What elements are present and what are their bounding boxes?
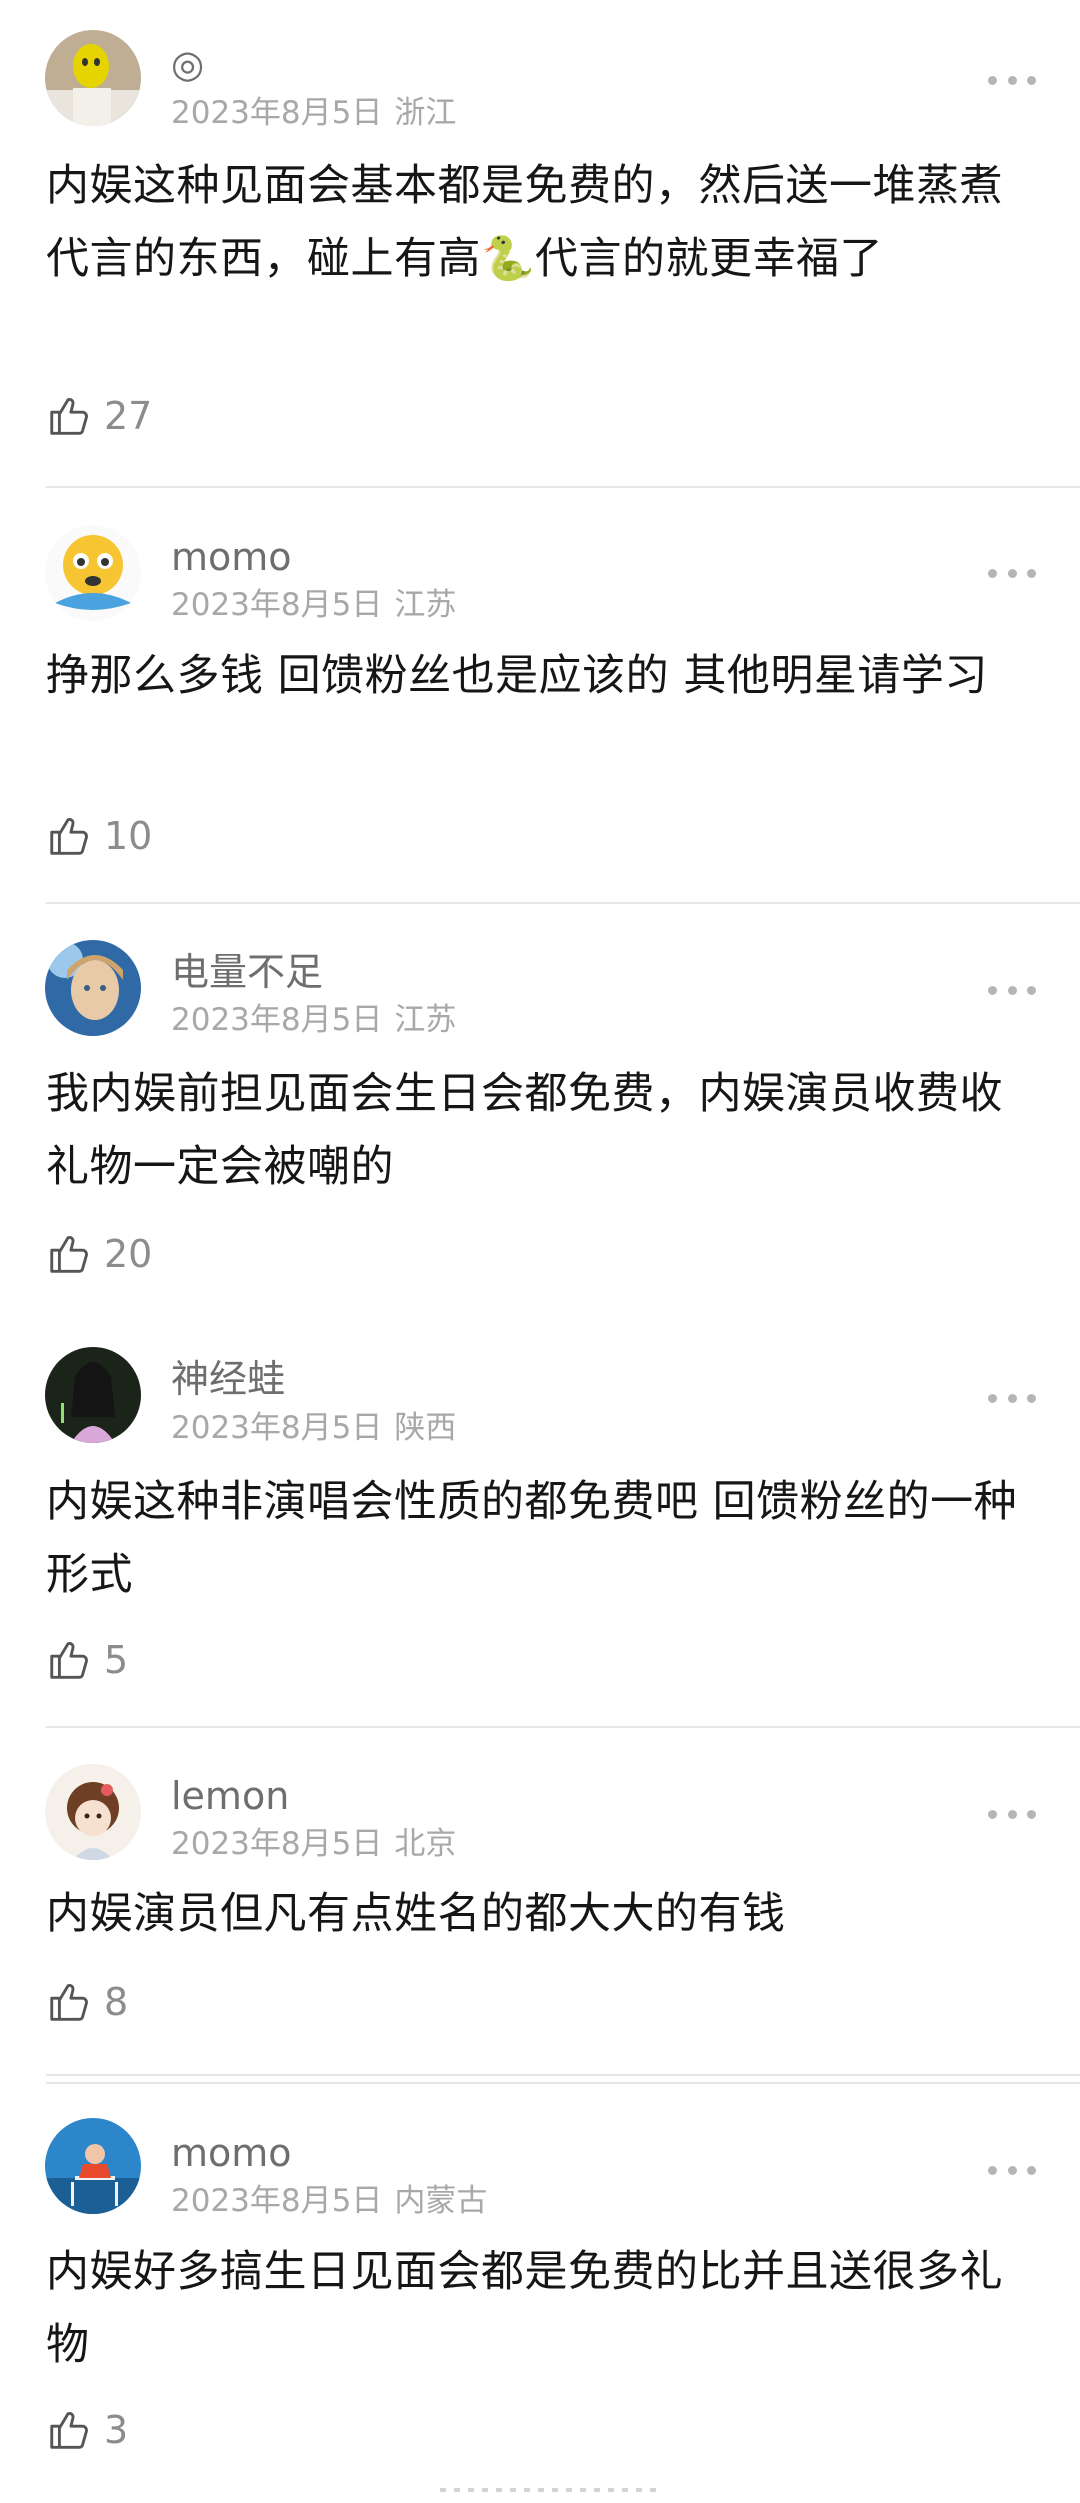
like-count: 3	[104, 2408, 129, 2452]
comment-text: 我内娱前担见面会生日会都免费，内娱演员收费收礼物一定会被嘲的	[46, 1069, 1003, 1192]
comment-meta: 2023年8月5日 江苏	[171, 590, 456, 621]
thumbs-up-icon	[50, 1236, 88, 1273]
comment-location: 江苏	[394, 587, 457, 623]
username[interactable]: lemon	[171, 1777, 289, 1815]
thumbs-up-icon	[50, 1984, 88, 2021]
comment-meta: 2023年8月5日 内蒙古	[171, 2186, 487, 2217]
username[interactable]: momo	[171, 2134, 292, 2172]
comment-date: 2023年8月5日	[171, 2183, 383, 2219]
comment-location: 内蒙古	[394, 2183, 488, 2219]
thumbs-up-icon	[50, 2412, 88, 2449]
comment-location: 北京	[394, 1826, 457, 1862]
like-button[interactable]: 8	[46, 1978, 128, 2026]
like-count: 5	[104, 1638, 129, 1682]
divider	[46, 1726, 1080, 1728]
avatar[interactable]	[45, 1347, 141, 1443]
comment-date: 2023年8月5日	[171, 1002, 383, 1038]
username[interactable]: ◎	[171, 45, 204, 83]
comment-meta: 2023年8月5日 北京	[171, 1829, 456, 1860]
comment-date: 2023年8月5日	[171, 587, 383, 623]
username[interactable]: 电量不足	[171, 953, 323, 991]
avatar[interactable]	[45, 525, 141, 621]
comment-meta: 2023年8月5日 陕西	[171, 1413, 456, 1444]
divider	[46, 2082, 1080, 2084]
like-button[interactable]: 10	[46, 812, 152, 860]
username[interactable]: momo	[171, 538, 292, 576]
thumbs-up-icon	[50, 1642, 88, 1679]
thumbs-up-icon	[50, 818, 88, 855]
comment-date: 2023年8月5日	[171, 1826, 383, 1862]
like-count: 20	[104, 1232, 153, 1276]
divider	[46, 902, 1080, 904]
comment-meta: 2023年8月5日 浙江	[171, 98, 456, 129]
watermark-strip	[440, 2488, 660, 2492]
comment-location: 江苏	[394, 1002, 457, 1038]
more-icon[interactable]	[988, 982, 1036, 998]
comment-location: 浙江	[394, 95, 457, 131]
avatar[interactable]	[45, 2118, 141, 2214]
divider	[46, 2074, 1080, 2076]
comment-text: 内娱好多搞生日见面会都是免费的比并且送很多礼物	[46, 2247, 1003, 2370]
more-icon[interactable]	[988, 2162, 1036, 2178]
comment-text: 内娱这种见面会基本都是免费的，然后送一堆蒸煮代言的东西，碰上有高🐍代言的就更幸福…	[46, 161, 1003, 284]
comment-text: 内娱这种非演唱会性质的都免费吧 回馈粉丝的一种形式	[46, 1477, 1018, 1600]
like-button[interactable]: 27	[46, 392, 152, 440]
comment-date: 2023年8月5日	[171, 95, 383, 131]
like-count: 10	[104, 814, 153, 858]
avatar[interactable]	[45, 1764, 141, 1860]
like-count: 27	[104, 394, 153, 438]
comment-location: 陕西	[394, 1410, 457, 1446]
like-count: 8	[104, 1980, 129, 2024]
avatar[interactable]	[45, 940, 141, 1036]
more-icon[interactable]	[988, 1390, 1036, 1406]
like-button[interactable]: 5	[46, 1636, 128, 1684]
username[interactable]: 神经蛙	[171, 1360, 285, 1398]
comment-text: 挣那么多钱 回馈粉丝也是应该的 其他明星请学习	[46, 651, 988, 701]
more-icon[interactable]	[988, 1806, 1036, 1822]
divider	[46, 486, 1080, 488]
more-icon[interactable]	[988, 72, 1036, 88]
comment-meta: 2023年8月5日 江苏	[171, 1005, 456, 1036]
thumbs-up-icon	[50, 398, 88, 435]
comment-text: 内娱演员但凡有点姓名的都大大的有钱	[46, 1889, 786, 1939]
like-button[interactable]: 20	[46, 1230, 152, 1278]
like-button[interactable]: 3	[46, 2406, 128, 2454]
more-icon[interactable]	[988, 565, 1036, 581]
comment-date: 2023年8月5日	[171, 1410, 383, 1446]
avatar[interactable]	[45, 30, 141, 126]
